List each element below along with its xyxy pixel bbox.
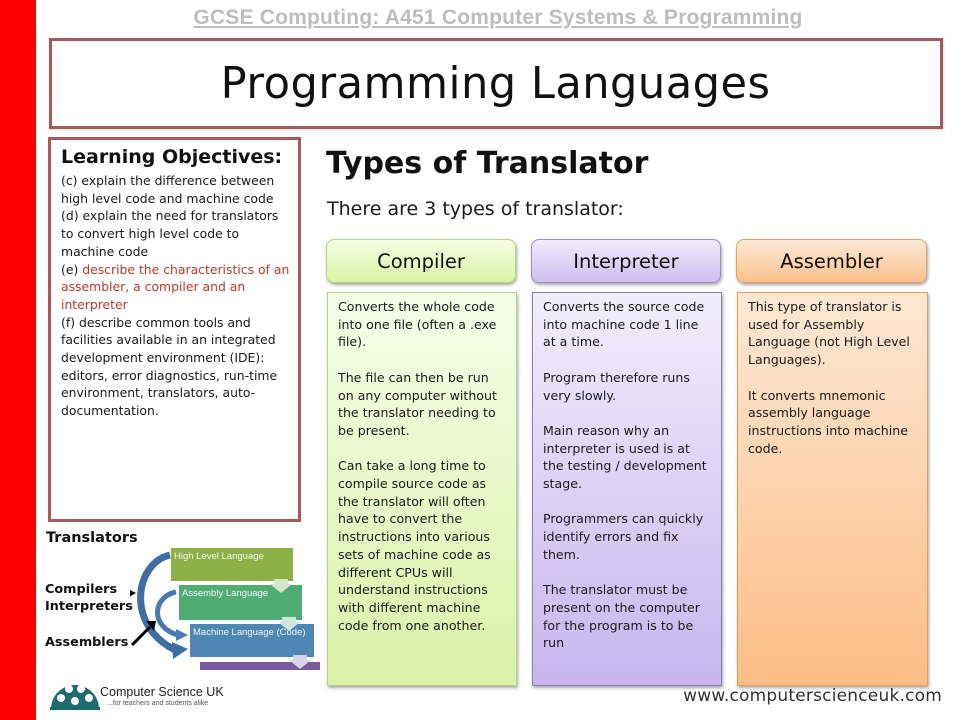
card-paragraph: It converts mnemonic assembly language i… [748, 387, 908, 456]
arrowhead-icon [176, 629, 188, 641]
diagram-title: Translators [46, 530, 138, 546]
objective-item: (e) describe the characteristics of an a… [61, 261, 292, 314]
objective-item: (d) explain the need for translators to … [61, 208, 279, 259]
objective-highlight-text: describe the characteristics of an assem… [61, 261, 290, 312]
card-paragraph: Program therefore runs very slowly. [543, 369, 690, 403]
interpreters-label: Interpreters [45, 599, 133, 614]
card-paragraph: The file can then be run on any computer… [338, 369, 497, 438]
logo-tagline: ...for teachers and students alike [107, 700, 209, 707]
section-intro: There are 3 types of translator: [327, 198, 624, 220]
down-arrow-icon [270, 579, 292, 593]
card-paragraph: The translator must be present on the co… [543, 582, 700, 651]
compilers-label: Compilers [45, 582, 118, 597]
compiler-header: Compiler [326, 239, 516, 283]
pointer-arrow-icon [130, 590, 136, 597]
curved-arrows-icon [130, 551, 311, 669]
objective-item: (c) explain the difference between high … [61, 173, 275, 206]
arrowhead-icon [172, 642, 188, 659]
website-url[interactable]: www.computerscienceuk.com [683, 686, 942, 706]
section-heading: Types of Translator [326, 146, 649, 181]
compiler-card: Converts the whole code into one file (o… [327, 292, 517, 686]
assemblers-label: Assemblers [45, 635, 129, 650]
interpreter-header: Interpreter [531, 239, 721, 283]
assembler-curve-arrow [155, 589, 179, 638]
assembler-header: Assembler [736, 239, 927, 283]
slide-title: Programming Languages [221, 58, 771, 109]
red-side-bar [0, 0, 36, 720]
logo-emblem-icon [50, 685, 100, 710]
card-paragraph: Converts the source code into machine co… [543, 299, 705, 350]
objective-prefix: (e) [61, 261, 83, 277]
slide-title-box: Programming Languages [49, 38, 943, 129]
card-paragraph: Main reason why an interpreter is used i… [543, 422, 707, 491]
card-paragraph: Converts the whole code into one file (o… [338, 299, 497, 350]
logo-name: Computer Science UK [100, 685, 224, 699]
learning-objectives-box: Learning Objectives: (c) explain the dif… [48, 137, 301, 522]
card-paragraph: This type of translator is used for Asse… [748, 299, 910, 368]
assembler-card: This type of translator is used for Asse… [737, 292, 928, 686]
translators-diagram: High Level Language Assembly Language Ma… [130, 545, 320, 670]
down-arrow-icon [289, 655, 311, 669]
interpreter-card: Converts the source code into machine co… [532, 292, 722, 686]
objectives-list: (c) explain the difference between high … [61, 172, 292, 420]
down-arrow-icon [278, 617, 300, 631]
course-title: GCSE Computing: A451 Computer Systems & … [193, 6, 803, 29]
objectives-heading: Learning Objectives: [61, 146, 283, 168]
card-paragraph: Can take a long time to compile source c… [338, 458, 491, 633]
card-paragraph: Programmers can quickly identify errors … [543, 511, 704, 562]
objective-item: (f) describe common tools and facilities… [61, 314, 278, 419]
